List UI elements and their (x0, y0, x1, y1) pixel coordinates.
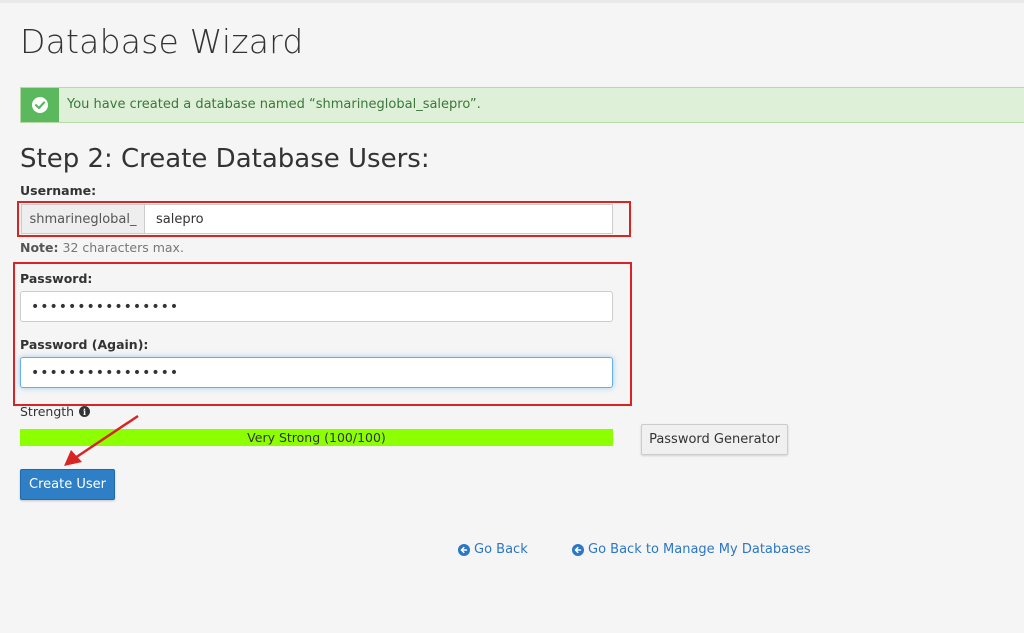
strength-label: Strength i (20, 404, 91, 419)
username-note: Note: 32 characters max. (20, 240, 184, 255)
create-user-button[interactable]: Create User (20, 469, 115, 500)
note-text: 32 characters max. (58, 240, 184, 255)
success-alert: You have created a database named “shmar… (20, 87, 1024, 123)
arrow-circle-left-icon (572, 543, 584, 556)
go-back-label: Go Back (474, 542, 528, 557)
password-again-input[interactable] (20, 357, 613, 388)
username-input[interactable] (145, 205, 612, 233)
password-again-label: Password (Again): (20, 337, 149, 352)
arrow-circle-left-icon (458, 543, 470, 556)
username-label: Username: (20, 183, 97, 198)
alert-icon-box (21, 88, 59, 122)
strength-label-text: Strength (20, 404, 75, 419)
password-label: Password: (20, 271, 93, 286)
password-input[interactable] (20, 291, 613, 322)
page-title: Database Wizard (20, 22, 304, 61)
info-circle-icon[interactable]: i (79, 406, 91, 417)
note-label: Note: (20, 240, 59, 255)
username-input-group: shmarineglobal_ (21, 204, 613, 234)
alert-message: You have created a database named “shmar… (67, 97, 481, 112)
strength-meter: Very Strong (100/100) (20, 429, 613, 446)
step-title: Step 2: Create Database Users: (20, 144, 430, 174)
strength-meter-text: Very Strong (100/100) (247, 430, 386, 445)
password-generator-button[interactable]: Password Generator (641, 424, 788, 455)
username-prefix: shmarineglobal_ (22, 205, 145, 233)
go-back-manage-link[interactable]: Go Back to Manage My Databases (572, 542, 811, 557)
go-back-link[interactable]: Go Back (458, 542, 528, 557)
top-rule (0, 0, 1024, 3)
check-circle-icon (32, 97, 48, 113)
go-back-manage-label: Go Back to Manage My Databases (588, 542, 811, 557)
